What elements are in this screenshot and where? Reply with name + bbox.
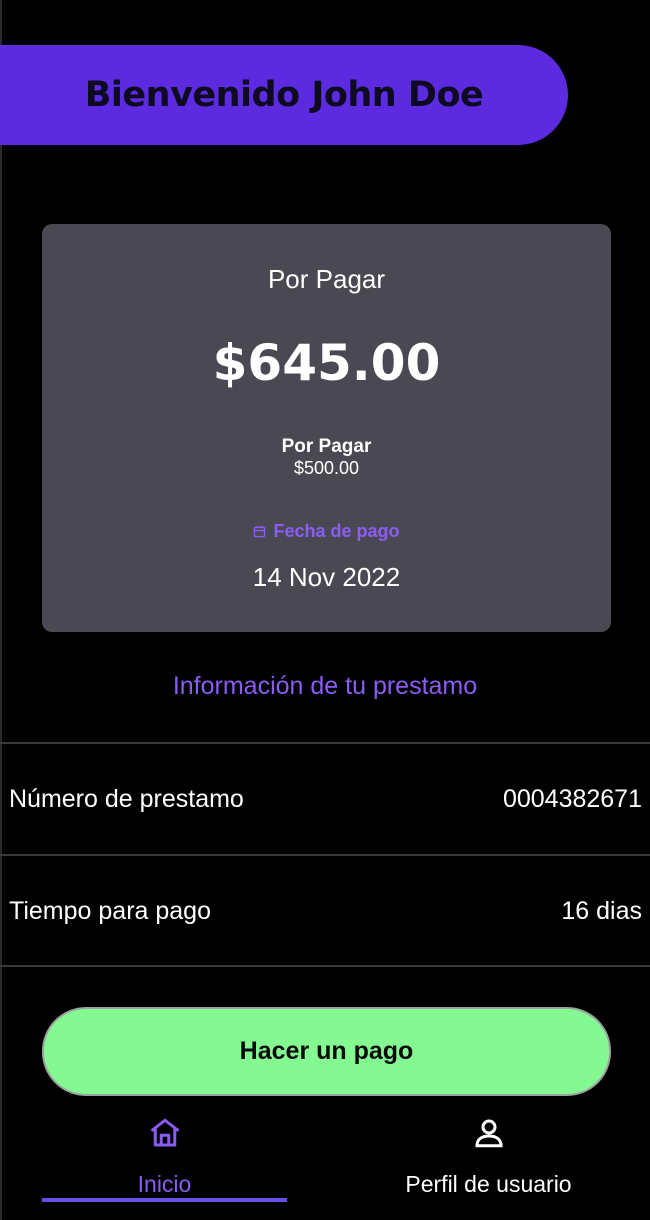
welcome-banner: Bienvenido John Doe (0, 45, 568, 145)
divider (0, 965, 650, 967)
payment-date-label: Fecha de pago (42, 521, 611, 542)
loan-number-value: 0004382671 (502, 784, 642, 813)
active-tab-indicator (42, 1198, 287, 1202)
home-icon (150, 1118, 179, 1147)
payment-summary-card: Por Pagar $645.00 Por Pagar $500.00 Fech… (42, 224, 611, 632)
tab-profile-label: Perfil de usuario (405, 1171, 572, 1197)
time-to-pay-value: 16 dias (561, 896, 642, 925)
tab-home-label: Inicio (137, 1171, 192, 1197)
welcome-title: Bienvenido John Doe (84, 75, 484, 115)
loan-info-link[interactable]: Información de tu prestamo (0, 672, 650, 701)
payment-date-label-text: Fecha de pago (273, 521, 400, 541)
left-edge-border (0, 0, 2, 1220)
calendar-icon (254, 525, 266, 538)
sub-amount-value: $500.00 (293, 458, 360, 478)
user-icon (474, 1119, 503, 1148)
loan-number-row: Número de prestamo 0004382671 (0, 744, 650, 854)
tab-home[interactable]: Inicio (42, 1115, 287, 1198)
time-to-pay-label: Tiempo para pago (9, 896, 211, 925)
loan-number-label: Número de prestamo (9, 784, 244, 813)
make-payment-button[interactable]: Hacer un pago (42, 1007, 611, 1096)
payment-date-value: 14 Nov 2022 (252, 562, 401, 592)
total-amount: $645.00 (212, 334, 441, 392)
card-title: Por Pagar (267, 264, 386, 294)
app-screen: Bienvenido John Doe Por Pagar $645.00 Po… (0, 0, 650, 1220)
sub-amount-label: Por Pagar (281, 436, 372, 457)
tab-profile[interactable]: Perfil de usuario (365, 1115, 612, 1198)
time-to-pay-row: Tiempo para pago 16 dias (0, 856, 650, 966)
